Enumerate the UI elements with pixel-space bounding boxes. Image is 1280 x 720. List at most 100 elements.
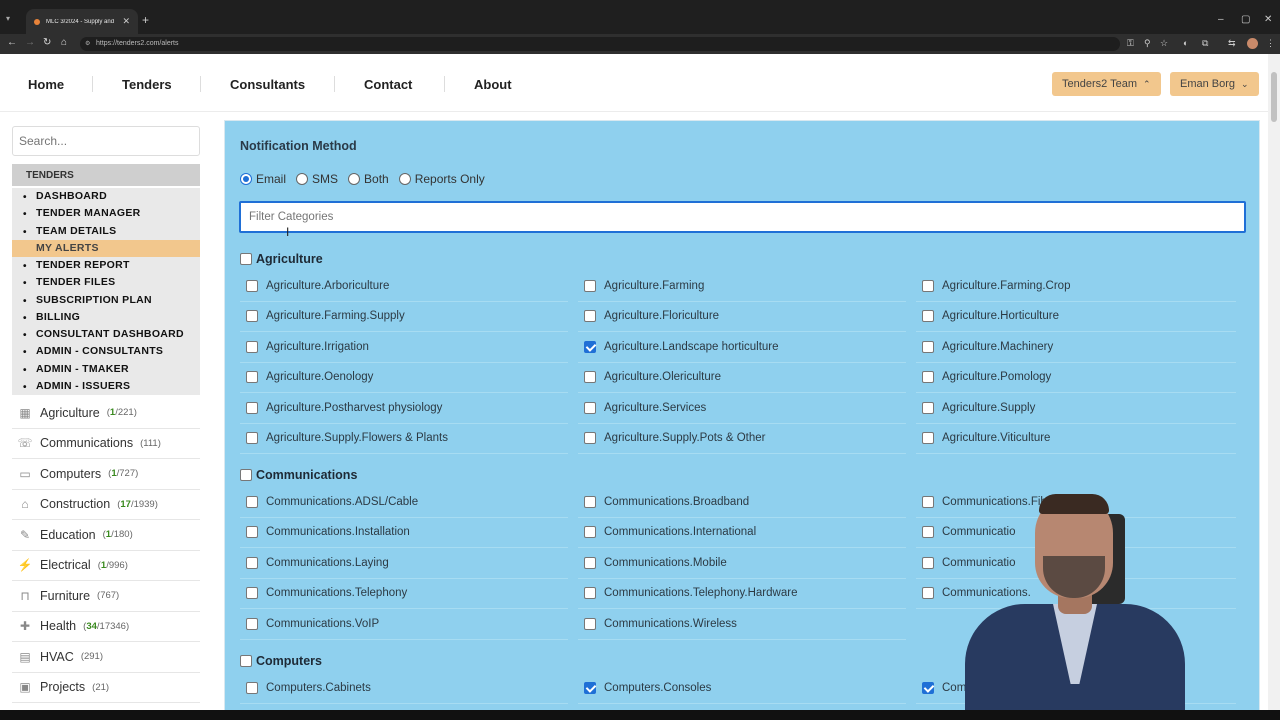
option-checkbox[interactable]: [246, 371, 258, 384]
category-option[interactable]: Agriculture.Farming: [578, 271, 906, 302]
filter-categories-input[interactable]: [239, 201, 1246, 233]
category-option[interactable]: Agriculture.Irrigation: [240, 332, 568, 363]
category-option[interactable]: Communications.International: [578, 518, 906, 548]
sidebar-category-education[interactable]: ✎ Education (1/180): [12, 520, 200, 551]
option-checkbox[interactable]: [584, 681, 596, 694]
sidebar-category-computers[interactable]: ▭ Computers (1/727): [12, 459, 200, 490]
category-option[interactable]: Communications.Telephony.Hardware: [578, 579, 906, 609]
sidebar-category-communications[interactable]: ☏ Communications (111): [12, 429, 200, 459]
minimize-icon[interactable]: –: [1218, 14, 1224, 25]
password-key-icon[interactable]: ⚿: [1127, 38, 1134, 49]
sidebar-item-subscription-plan[interactable]: • SUBSCRIPTION PLAN: [12, 292, 200, 309]
option-checkbox[interactable]: [246, 681, 258, 694]
back-icon[interactable]: ←: [7, 37, 17, 48]
new-tab-icon[interactable]: +: [142, 13, 149, 27]
option-checkbox[interactable]: [584, 495, 596, 508]
option-checkbox[interactable]: [584, 556, 596, 569]
option-checkbox[interactable]: [922, 587, 934, 600]
category-option[interactable]: Communications.Broadband: [578, 487, 906, 518]
category-option[interactable]: Agriculture.Machinery: [916, 332, 1236, 363]
category-option[interactable]: Agriculture.Oenology: [240, 363, 568, 393]
sidebar-item-my-alerts[interactable]: •MY ALERTS: [12, 239, 200, 257]
category-option[interactable]: Agriculture.Olericulture: [578, 363, 906, 393]
option-checkbox[interactable]: [584, 587, 596, 600]
option-checkbox[interactable]: [922, 681, 934, 694]
sidebar-item-consultant-dashboard[interactable]: • CONSULTANT DASHBOARD: [12, 326, 200, 343]
option-checkbox[interactable]: [246, 401, 258, 414]
maximize-icon[interactable]: ▢: [1241, 14, 1250, 25]
category-option[interactable]: Communications.ADSL/Cable: [240, 487, 568, 518]
option-checkbox[interactable]: [922, 279, 934, 292]
sidebar-item-admin-tmaker[interactable]: • ADMIN - TMAKER: [12, 361, 200, 378]
category-option[interactable]: Agriculture.Farming.Crop: [916, 271, 1236, 302]
radio-circle-icon[interactable]: [296, 173, 309, 185]
sync-icon[interactable]: ⇆: [1228, 38, 1236, 49]
url-field[interactable]: ⚙ https://tenders2.com/alerts: [80, 37, 1120, 51]
category-option[interactable]: Agriculture.Floriculture: [578, 302, 906, 332]
option-checkbox[interactable]: [922, 495, 934, 508]
site-info-icon[interactable]: ⚙: [85, 40, 90, 47]
sidebar-category-construction[interactable]: ⌂ Construction (17/1939): [12, 490, 200, 520]
option-checkbox[interactable]: [246, 617, 258, 630]
radio-sms[interactable]: SMS: [296, 172, 338, 186]
option-checkbox[interactable]: [246, 340, 258, 353]
reload-icon[interactable]: ↻: [43, 37, 51, 48]
nav-about[interactable]: About: [474, 77, 512, 92]
category-option[interactable]: Agriculture.Supply.Flowers & Plants: [240, 424, 568, 454]
nav-consultants[interactable]: Consultants: [230, 77, 305, 92]
nav-home[interactable]: Home: [28, 77, 64, 92]
group-header[interactable]: Communications: [240, 465, 1246, 485]
tab-list-icon[interactable]: ▾: [6, 14, 10, 23]
profile-avatar-icon[interactable]: [1247, 38, 1258, 49]
menu-dots-icon[interactable]: ⋮: [1266, 38, 1275, 49]
option-checkbox[interactable]: [922, 401, 934, 414]
option-checkbox[interactable]: [584, 279, 596, 292]
option-checkbox[interactable]: [246, 279, 258, 292]
group-checkbox[interactable]: [240, 655, 252, 667]
option-checkbox[interactable]: [922, 371, 934, 384]
scrollbar-thumb[interactable]: [1271, 72, 1277, 122]
category-option[interactable]: Communications.Mobile: [578, 548, 906, 579]
category-option[interactable]: Communications.Installation: [240, 518, 568, 548]
team-switcher-button[interactable]: Tenders2 Team ⌃: [1052, 72, 1161, 96]
radio-circle-icon[interactable]: [240, 173, 252, 185]
option-checkbox[interactable]: [584, 526, 596, 539]
home-icon[interactable]: ⌂: [61, 37, 67, 48]
group-checkbox[interactable]: [240, 469, 252, 481]
radio-email[interactable]: Email: [240, 172, 286, 186]
nav-tenders[interactable]: Tenders: [122, 77, 172, 92]
group-checkbox[interactable]: [240, 253, 252, 265]
option-checkbox[interactable]: [246, 587, 258, 600]
option-checkbox[interactable]: [584, 340, 596, 353]
category-option[interactable]: Agriculture.Supply: [916, 393, 1236, 424]
option-checkbox[interactable]: [584, 371, 596, 384]
option-checkbox[interactable]: [922, 340, 934, 353]
close-tab-icon[interactable]: ✕: [122, 16, 130, 27]
user-menu-button[interactable]: Eman Borg ⌄: [1170, 72, 1259, 96]
puzzle-icon[interactable]: ⧉: [1202, 38, 1208, 49]
category-option[interactable]: Computers.Cabinets: [240, 673, 568, 704]
option-checkbox[interactable]: [922, 432, 934, 445]
category-option[interactable]: Computers.Consoles: [578, 673, 906, 704]
option-checkbox[interactable]: [922, 556, 934, 569]
extension-icon[interactable]: ◐: [1183, 38, 1188, 48]
page-scrollbar[interactable]: [1268, 54, 1280, 710]
radio-circle-icon[interactable]: [398, 173, 411, 185]
option-checkbox[interactable]: [246, 556, 258, 569]
sidebar-item-tender-manager[interactable]: • TENDER MANAGER: [12, 205, 200, 222]
option-checkbox[interactable]: [584, 617, 596, 630]
category-option[interactable]: Agriculture.Horticulture: [916, 302, 1236, 332]
option-checkbox[interactable]: [922, 526, 934, 539]
nav-contact[interactable]: Contact: [364, 77, 412, 92]
forward-icon[interactable]: →: [25, 37, 35, 48]
option-checkbox[interactable]: [246, 310, 258, 323]
category-option[interactable]: Communications.Telephony: [240, 579, 568, 609]
close-window-icon[interactable]: ✕: [1264, 14, 1272, 25]
sidebar-category-agriculture[interactable]: ▦ Agriculture (1/221): [12, 398, 200, 429]
sidebar-search-input[interactable]: [12, 126, 200, 156]
sidebar-category-health[interactable]: ✚ Health (34/17346): [12, 612, 200, 642]
sidebar-category-furniture[interactable]: ⊓ Furniture (767): [12, 581, 200, 612]
sidebar-item-admin-consultants[interactable]: • ADMIN - CONSULTANTS: [12, 343, 200, 360]
radio-circle-icon[interactable]: [348, 173, 361, 185]
option-checkbox[interactable]: [922, 310, 934, 323]
